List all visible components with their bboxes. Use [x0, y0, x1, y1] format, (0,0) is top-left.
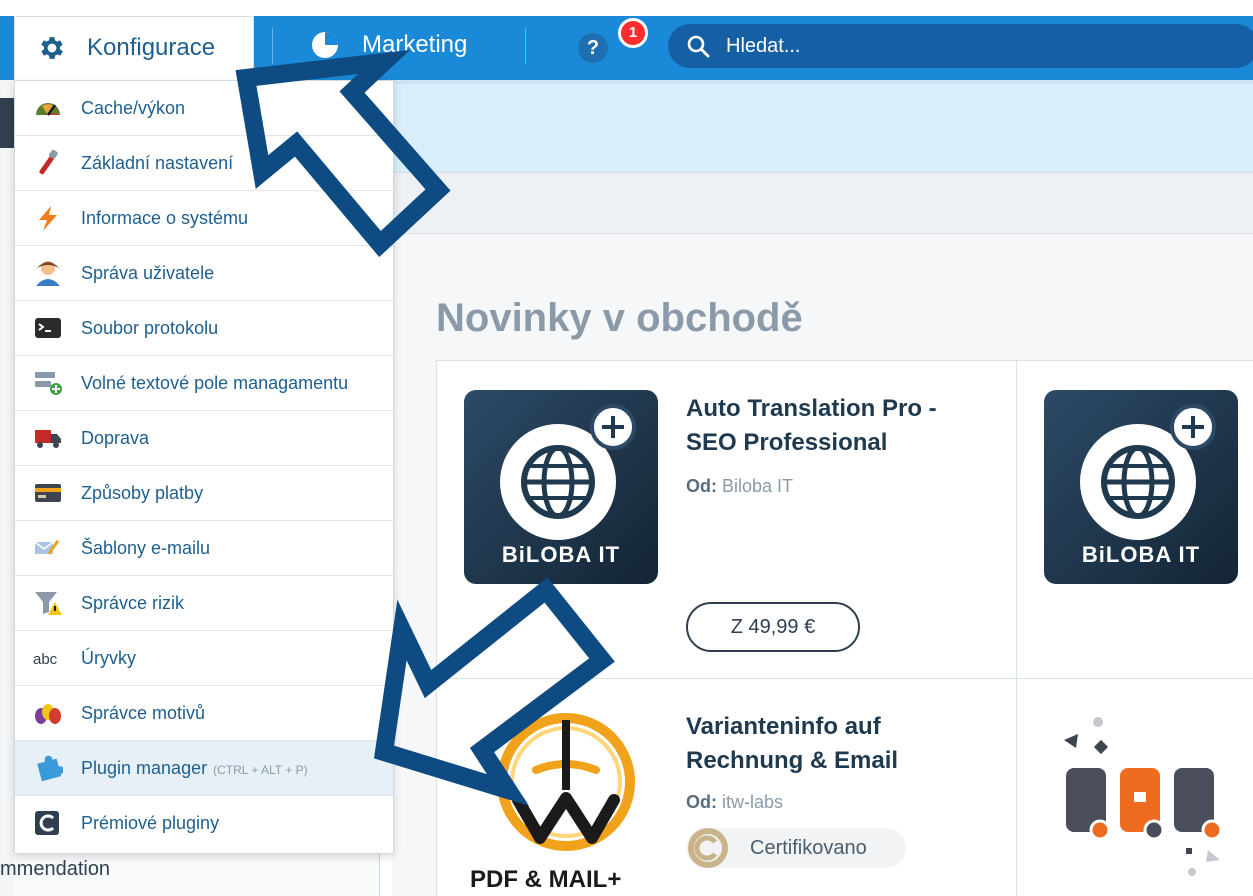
- gear-icon: [41, 37, 63, 59]
- header-divider: [525, 28, 526, 64]
- toolbar-band: [392, 172, 1253, 234]
- plugin-title[interactable]: Varianteninfo auf Rechnung & Email: [686, 710, 898, 778]
- vendor-name: itw-labs: [722, 792, 784, 812]
- menu-item-label: Způsoby platby: [81, 483, 204, 503]
- credit-card-icon: [35, 484, 61, 502]
- menu-item-label: Šablony e-mailu: [81, 538, 211, 558]
- search-bar[interactable]: [668, 24, 1253, 68]
- help-button[interactable]: ?: [578, 33, 608, 63]
- plugin-thumbnail[interactable]: BiLOBA IT: [464, 390, 658, 584]
- menu-item-label: Soubor protokolu: [81, 318, 219, 338]
- certified-badge: Certifikovano: [686, 828, 906, 868]
- menu-item-label: Úryvky: [81, 648, 136, 668]
- price-button[interactable]: Z 49,99 €: [686, 602, 860, 652]
- menu-item-label: Volné textové pole managamentu: [81, 373, 349, 393]
- plugin-manager-label: Plugin manager: [81, 758, 208, 778]
- brand-label: BiLOBA IT: [501, 542, 621, 567]
- menu-item-cache[interactable]: Cache/výkon: [15, 81, 393, 136]
- menu-item-doprava[interactable]: Doprava: [15, 411, 393, 466]
- menu-item-label: Plugin manager (CTRL + ALT + P): [81, 758, 308, 779]
- shopware-icon: [35, 811, 59, 835]
- plugin-thumbnail[interactable]: BiLOBA IT: [1044, 390, 1238, 584]
- menu-item-spravce-motivu[interactable]: Správce motivů: [15, 686, 393, 741]
- menu-item-label: Informace o systému: [81, 208, 249, 228]
- user-icon: [36, 261, 60, 286]
- store-heading: Novinky v obchodě: [436, 296, 803, 340]
- paint-drops-icon: [35, 704, 61, 724]
- wrench-icon: [39, 150, 58, 175]
- menu-item-zpusoby-platby[interactable]: Způsoby platby: [15, 466, 393, 521]
- header-divider: [272, 28, 273, 64]
- lightning-icon: [39, 206, 57, 231]
- brand-label: BiLOBA IT: [1081, 542, 1201, 567]
- search-input[interactable]: [726, 32, 1226, 60]
- vendor-label: Od:: [686, 792, 717, 812]
- truck-icon: [35, 430, 61, 448]
- menu-item-label: Cache/výkon: [81, 98, 186, 118]
- plugin-title-line: Auto Translation Pro -: [686, 395, 937, 422]
- email-template-icon: [34, 539, 60, 555]
- menu-item-premiove-pluginy[interactable]: Prémiové pluginy: [15, 796, 393, 851]
- plugin-thumbnail[interactable]: [1060, 712, 1240, 882]
- terminal-icon: [35, 318, 61, 338]
- notification-badge[interactable]: 1: [618, 18, 648, 48]
- menu-item-label: Správa uživatele: [81, 263, 215, 283]
- grid-divider-horizontal: [436, 678, 1253, 679]
- vendor-name: Biloba IT: [722, 476, 794, 496]
- search-icon: [687, 35, 710, 58]
- plus-icon: [590, 404, 636, 450]
- info-banner: [392, 80, 1253, 172]
- menu-item-soubor-protokolu[interactable]: Soubor protokolu: [15, 301, 393, 356]
- menu-item-label: Prémiové pluginy: [81, 813, 220, 833]
- recommendation-text: mmendation: [0, 858, 111, 880]
- abc-icon: abc: [33, 651, 58, 668]
- speedometer-icon: [36, 103, 60, 116]
- menu-item-informace[interactable]: Informace o systému: [15, 191, 393, 246]
- left-edge-strip: [0, 80, 14, 896]
- menu-item-zakladni-nastaveni[interactable]: Základní nastavení: [15, 136, 393, 191]
- menu-item-label: Základní nastavení: [81, 153, 234, 173]
- plugin-title-line: Varianteninfo auf: [686, 713, 881, 740]
- funnel-warning-icon: [35, 592, 62, 615]
- menu-item-sprava-uzivatele[interactable]: Správa uživatele: [15, 246, 393, 301]
- konfigurace-dropdown-menu: Cache/výkon Základní nastavení Informace…: [14, 80, 394, 854]
- plugin-vendor: Od: Biloba IT: [686, 476, 793, 497]
- plugin-title[interactable]: Auto Translation Pro - SEO Professional: [686, 392, 937, 460]
- pdf-mail-label: PDF & MAIL+: [470, 866, 622, 893]
- menu-item-label: Doprava: [81, 428, 150, 448]
- plugin-title-line: SEO Professional: [686, 429, 888, 456]
- menu-item-volne-textove-pole[interactable]: Volné textové pole managamentu: [15, 356, 393, 411]
- menu-item-label: Správce motivů: [81, 703, 206, 723]
- menu-item-uryvky[interactable]: abc Úryvky: [15, 631, 393, 686]
- left-edge-dark-block: [0, 98, 14, 148]
- plugin-vendor: Od: itw-labs: [686, 792, 783, 813]
- tab-marketing[interactable]: Marketing: [362, 30, 467, 60]
- menu-item-spravce-rizik[interactable]: Správce rizik: [15, 576, 393, 631]
- menu-item-sablony-emailu[interactable]: Šablony e-mailu: [15, 521, 393, 576]
- menu-item-label: Správce rizik: [81, 593, 185, 613]
- puzzle-icon: [37, 755, 63, 781]
- certified-label: Certifikovano: [750, 837, 867, 859]
- question-icon: ?: [586, 37, 600, 59]
- certified-icon: [688, 828, 728, 868]
- vendor-label: Od:: [686, 476, 717, 496]
- plugin-title-line: Rechnung & Email: [686, 747, 899, 774]
- pie-chart-icon: [312, 32, 338, 58]
- keyboard-shortcut: (CTRL + ALT + P): [213, 763, 308, 777]
- plus-icon: [1170, 404, 1216, 450]
- grid-divider-vertical: [1016, 360, 1017, 896]
- menu-item-plugin-manager[interactable]: Plugin manager (CTRL + ALT + P): [15, 741, 393, 796]
- svg-text:abc: abc: [33, 651, 58, 668]
- tab-konfigurace[interactable]: Konfigurace: [14, 16, 254, 80]
- textfield-add-icon: [35, 372, 62, 395]
- tab-konfigurace-label: Konfigurace: [87, 34, 216, 61]
